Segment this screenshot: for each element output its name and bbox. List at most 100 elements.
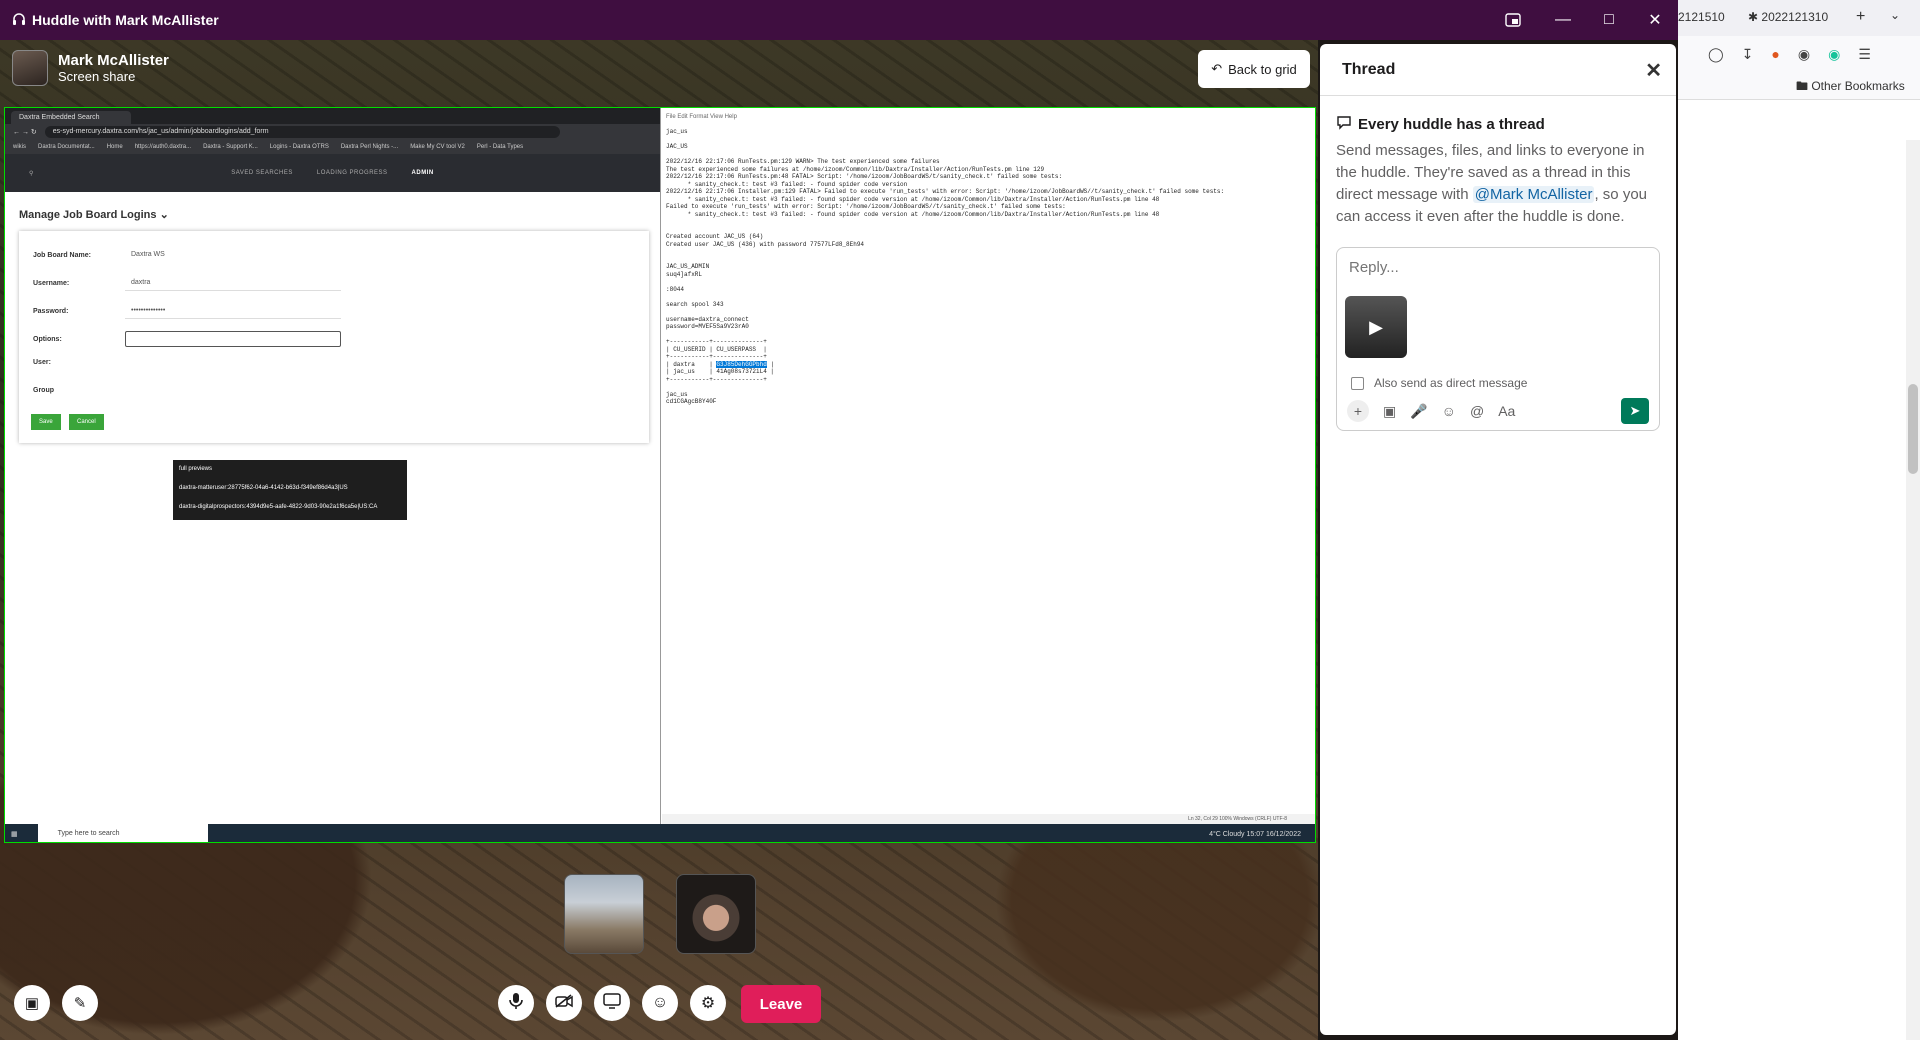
screen-share-icon: [603, 992, 621, 1014]
nav-saved-searches: SAVED SEARCHES: [231, 170, 293, 176]
scrollbar[interactable]: [1906, 140, 1920, 1040]
page-title: Manage Job Board Logins ⌄: [19, 209, 169, 221]
options-field: [125, 331, 341, 347]
formatting-button[interactable]: Aa: [1498, 403, 1515, 419]
username-label: Username:: [33, 279, 70, 287]
play-icon: ▶: [1369, 316, 1383, 337]
video-off-icon: [555, 993, 573, 1013]
thread-intro-title: Every huddle has a thread: [1358, 115, 1545, 133]
close-window-button[interactable]: ✕: [1632, 0, 1678, 40]
search-icon: ⚲: [29, 170, 34, 177]
presenter-avatar: [12, 50, 48, 86]
attachment-thumbnail[interactable]: ▶: [1345, 296, 1407, 358]
group-label: Group: [33, 387, 54, 394]
page-title-text: Manage Job Board Logins: [19, 209, 157, 221]
share-screen-button[interactable]: [594, 985, 630, 1021]
row-job-board: Job Board Name: Daxtra WS: [33, 247, 235, 263]
pocket-icon[interactable]: ◯: [1708, 46, 1724, 63]
thread-intro-title-group: Every huddle has a thread: [1336, 114, 1676, 134]
fullscreen-icon: ▣: [24, 995, 40, 1012]
background-tab[interactable]: ✱ 2022121310: [1748, 10, 1828, 24]
shared-screen: Daxtra Embedded Search ← → ↻ es-syd-merc…: [4, 107, 1316, 843]
reply-input[interactable]: [1337, 248, 1659, 286]
attach-button[interactable]: +: [1347, 400, 1369, 422]
background-browser-tabs: 2121510 ✱ 2022121310 + ⌄: [1678, 0, 1920, 36]
bookmark: Logins - Daxtra OTRS: [269, 144, 329, 150]
bookmark: wikis: [13, 144, 26, 150]
user-mention[interactable]: @Mark McAllister: [1472, 186, 1595, 203]
username-field: daxtra: [125, 275, 341, 291]
presenter-info: Mark McAllister Screen share: [12, 50, 169, 86]
thread-intro-text: Send messages, files, and links to every…: [1336, 140, 1660, 228]
browser-tab: Daxtra Embedded Search: [11, 111, 131, 124]
send-button[interactable]: ➤: [1621, 398, 1649, 424]
notepad-row-id: | daxtra |: [666, 360, 717, 368]
also-send-row: Also send as direct message: [1351, 376, 1527, 390]
thread-header: Thread ✕: [1320, 44, 1676, 96]
huddle-window: Huddle with Mark McAllister — □ ✕ Mark M…: [0, 0, 1678, 1040]
maximize-button[interactable]: □: [1586, 0, 1632, 40]
background-tab[interactable]: 2121510: [1678, 10, 1725, 24]
notepad-selection: G3J85DehGGPbhd: [716, 360, 767, 368]
huddle-title-group: Huddle with Mark McAllister: [12, 12, 219, 29]
back-to-grid-label: Back to grid: [1228, 61, 1297, 77]
notepad-text-before: jac_us JAC_US 2022/12/16 22:17:06 RunTes…: [666, 128, 1225, 360]
bookmark: Daxtra Documentat...: [38, 144, 95, 150]
chevron-down-icon[interactable]: ⌄: [1890, 8, 1900, 22]
extension-icon[interactable]: ◉: [1798, 46, 1810, 63]
dropdown-option: daxtra-matteruser:28775f62-04a6-4142-b63…: [179, 485, 348, 491]
save-button: Save: [31, 414, 61, 430]
fullscreen-button[interactable]: ▣: [14, 985, 50, 1021]
participant-tile[interactable]: [676, 874, 756, 954]
scrollbar-thumb[interactable]: [1908, 384, 1918, 474]
password-field: ••••••••••••••: [125, 303, 341, 319]
dropdown-option: full previews: [179, 466, 213, 472]
leave-button[interactable]: Leave: [741, 985, 821, 1023]
other-bookmarks[interactable]: 🖿 Other Bookmarks: [1678, 72, 1920, 100]
draw-button[interactable]: ✎: [62, 985, 98, 1021]
back-to-grid-button[interactable]: ↶ Back to grid: [1198, 50, 1310, 88]
presenter-name: Mark McAllister: [58, 52, 169, 69]
bookmark: Make My CV tool V2: [410, 144, 465, 150]
mention-icon[interactable]: @: [1470, 403, 1484, 419]
also-send-label: Also send as direct message: [1374, 376, 1528, 390]
thread-icon: [1336, 114, 1352, 134]
browser-tabs: Daxtra Embedded Search: [5, 108, 660, 124]
emoji-icon: ☺: [651, 994, 669, 1011]
remote-taskbar-tray: 4°C Cloudy 15:07 16/12/2022: [1209, 830, 1301, 838]
extension-icon[interactable]: ●: [1771, 46, 1779, 62]
user-label: User:: [33, 359, 51, 366]
mic-button[interactable]: [498, 985, 534, 1021]
close-thread-button[interactable]: ✕: [1645, 58, 1662, 83]
emoji-icon[interactable]: ☺: [1442, 403, 1456, 419]
thread-panel: Thread ✕ Every huddle has a thread Send …: [1320, 44, 1676, 1035]
app-navbar: ⚲ SAVED SEARCHES LOADING PROGRESS ADMIN: [5, 154, 660, 192]
video-clip-icon[interactable]: ▣: [1383, 403, 1396, 420]
microphone-icon: [509, 992, 523, 1015]
browser-bookmarks: wikis Daxtra Documentat... Home https://…: [5, 140, 660, 154]
menu-icon[interactable]: ☰: [1858, 46, 1871, 63]
bookmark: Home: [106, 144, 123, 150]
browser-url: es-syd-mercury.daxtra.com/hs/jac_us/admi…: [44, 126, 560, 138]
minimize-button[interactable]: —: [1540, 0, 1586, 40]
bookmark: Daxtra Perl Nights -...: [340, 144, 399, 150]
row-password: Password: ••••••••••••••: [33, 303, 341, 319]
pencil-off-icon: ✎: [73, 995, 87, 1012]
download-icon[interactable]: ↧: [1742, 46, 1754, 63]
remote-taskbar-search: Type here to search: [37, 824, 208, 842]
password-label: Password:: [33, 307, 69, 315]
new-tab-button[interactable]: +: [1856, 8, 1865, 26]
dropdown-option: daxtra-digitalprospectors:4394d9e5-aafe-…: [179, 504, 378, 510]
composer-toolbar: + ▣ 🎤 ☺ @ Aa: [1347, 400, 1515, 422]
other-bookmarks-label: Other Bookmarks: [1811, 79, 1905, 93]
participant-tile[interactable]: [564, 874, 644, 954]
settings-button[interactable]: ⚙: [690, 985, 726, 1021]
grammarly-icon[interactable]: ◉: [1828, 46, 1840, 63]
also-send-checkbox[interactable]: [1351, 376, 1364, 390]
audio-clip-icon[interactable]: 🎤: [1410, 403, 1427, 420]
popout-icon[interactable]: [1490, 0, 1536, 40]
huddle-title: Huddle with Mark McAllister: [32, 12, 219, 28]
reactions-button[interactable]: ☺: [642, 985, 678, 1021]
back-arrow-icon: ↶: [1211, 61, 1223, 76]
video-button[interactable]: [546, 985, 582, 1021]
